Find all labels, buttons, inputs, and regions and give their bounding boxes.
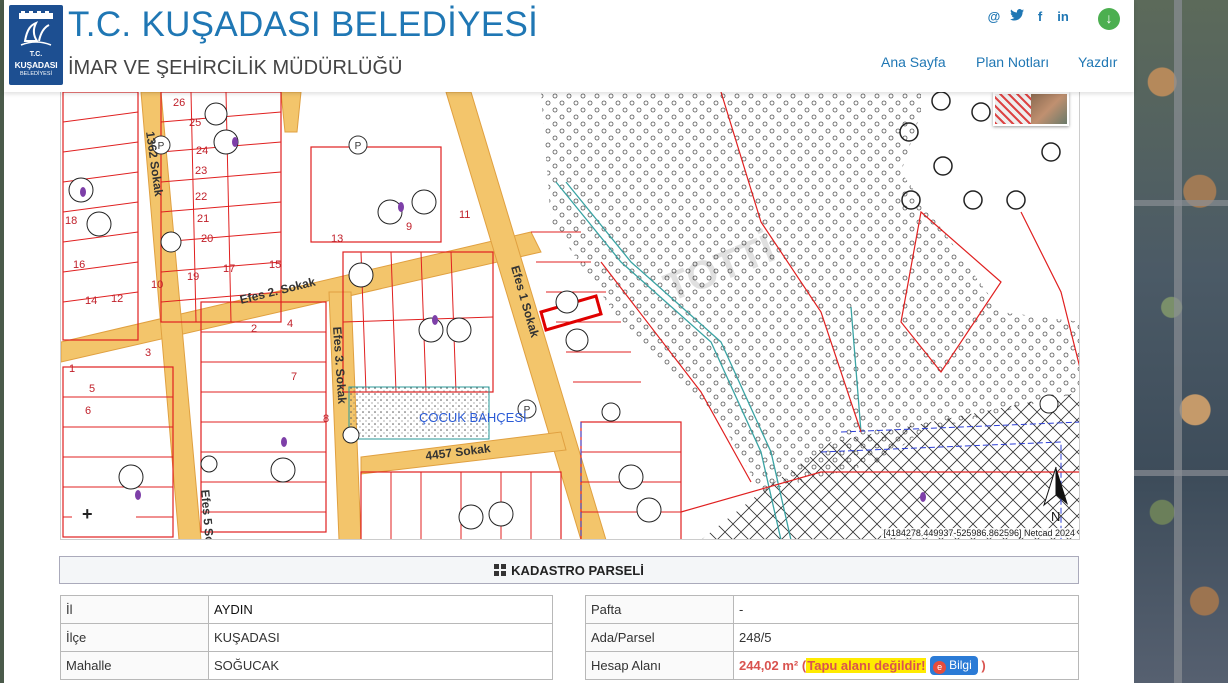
parcel-number: 10 [151,279,163,291]
parcel-number: 19 [187,271,199,283]
page: T.C. KUŞADASI BELEDİYESİ T.C. KUŞADASI B… [4,0,1134,683]
table-row: Pafta - [585,595,1079,624]
children-park-label: ÇOCUK BAHÇESİ [419,410,527,425]
parcel-number: 18 [65,215,77,227]
parcel-number: 21 [197,213,209,225]
info-icon: e [933,661,947,674]
twitter-icon[interactable] [1009,9,1025,25]
parcel-table: Pafta - Ada/Parsel 248/5 Hesap Alanı 244… [585,595,1079,680]
parcel-number: 7 [291,371,297,383]
table-key: Ada/Parsel [585,623,734,652]
parcel-number: 17 [223,263,235,275]
table-key: Pafta [585,595,734,624]
grid-icon [494,564,507,576]
nav-plan-notlari[interactable]: Plan Notları [976,54,1049,70]
municipality-logo[interactable]: T.C. KUŞADASI BELEDİYESİ [9,5,63,85]
table-key: İl [60,595,209,624]
linkedin-icon[interactable]: in [1055,9,1071,25]
parcel-number: 9 [406,221,412,233]
parcel-number: 13 [331,233,343,245]
north-label: N [1051,509,1060,524]
parcel-number: 12 [111,293,123,305]
basemap-switcher[interactable] [993,92,1069,126]
parcel-number: 26 [173,97,185,109]
at-icon[interactable]: @ [986,9,1002,25]
parcel-number: 8 [323,413,329,425]
parcel-number: 1 [69,363,75,375]
logo-tc-text: T.C. [29,51,43,58]
social-links: @ f in [986,8,1071,26]
logo-emblem-icon [19,11,53,46]
table-key: Mahalle [60,651,209,680]
parcel-number: 15 [269,259,281,271]
cadastre-panel-title: KADASTRO PARSELİ [511,563,644,578]
nav-ana-sayfa[interactable]: Ana Sayfa [881,54,946,70]
page-subtitle: İMAR VE ŞEHİRCİLİK MÜDÜRLÜĞÜ [68,57,403,79]
parcel-number: 3 [145,347,151,359]
table-value-mahalle: SOĞUCAK [208,651,553,680]
table-key: İlçe [60,623,209,652]
parcel-number: 4 [287,318,293,330]
header: T.C. KUŞADASI BELEDİYESİ T.C. KUŞADASI B… [4,0,1134,92]
page-title: T.C. KUŞADASI BELEDİYESİ [68,5,539,44]
logo-name-text: KUŞADASI [14,60,58,70]
table-row: Ada/Parsel 248/5 [585,623,1079,652]
parcel-number: 20 [201,233,213,245]
cadastre-panel-header: KADASTRO PARSELİ [59,556,1079,584]
parcel-number: 14 [85,295,97,307]
parcel-number: 24 [196,145,208,157]
table-value-ilce: KUŞADASI [208,623,553,652]
parking-label: P [355,141,362,152]
zoom-in-button[interactable]: + [72,501,136,528]
facebook-icon[interactable]: f [1032,9,1048,25]
parcel-number: 5 [89,383,95,395]
table-row: İl AYDIN [60,595,553,624]
table-value-il: AYDIN [208,595,553,624]
paren-close: ) [981,658,986,673]
area-value: 244,02 m² [739,658,799,673]
info-button[interactable]: e Bilgi [930,656,978,675]
table-row: Mahalle SOĞUCAK [60,651,553,680]
info-button-label: Bilgi [949,658,972,672]
location-table: İl AYDIN İlçe KUŞADASI Mahalle SOĞUCAK [60,595,553,680]
parcel-number: 25 [189,117,201,129]
map-coordinates: [4184278.449937-525986.862596] Netcad 20… [881,528,1077,538]
map-drawing: P P P 26 25 24 23 22 21 20 19 18 17 16 1… [61,92,1079,539]
table-value-pafta: - [733,595,1079,624]
parcel-number: 11 [459,209,470,221]
parcel-number: 23 [195,165,207,177]
parcel-number: 22 [195,191,207,203]
parcel-number: 6 [85,405,91,417]
map-canvas[interactable]: P P P 26 25 24 23 22 21 20 19 18 17 16 1… [60,92,1080,540]
table-row: Hesap Alanı 244,02 m² (Tapu alanı değild… [585,651,1079,680]
table-value-ada-parsel: 248/5 [733,623,1079,652]
background-aerial-photo [1134,0,1228,683]
parcel-number: 2 [251,323,257,335]
table-value-hesap-alani: 244,02 m² (Tapu alanı değildir! e Bilgi ) [733,651,1079,680]
logo-sub-text: BELEDİYESİ [19,71,53,77]
area-warning: Tapu alanı değildir! [806,658,927,673]
table-key: Hesap Alanı [585,651,734,680]
satellite-thumbnail [1031,94,1067,124]
download-icon[interactable]: ↓ [1098,8,1120,30]
table-row: İlçe KUŞADASI [60,623,553,652]
parcel-number: 16 [73,259,85,271]
nav-yazdir[interactable]: Yazdır [1078,54,1117,70]
